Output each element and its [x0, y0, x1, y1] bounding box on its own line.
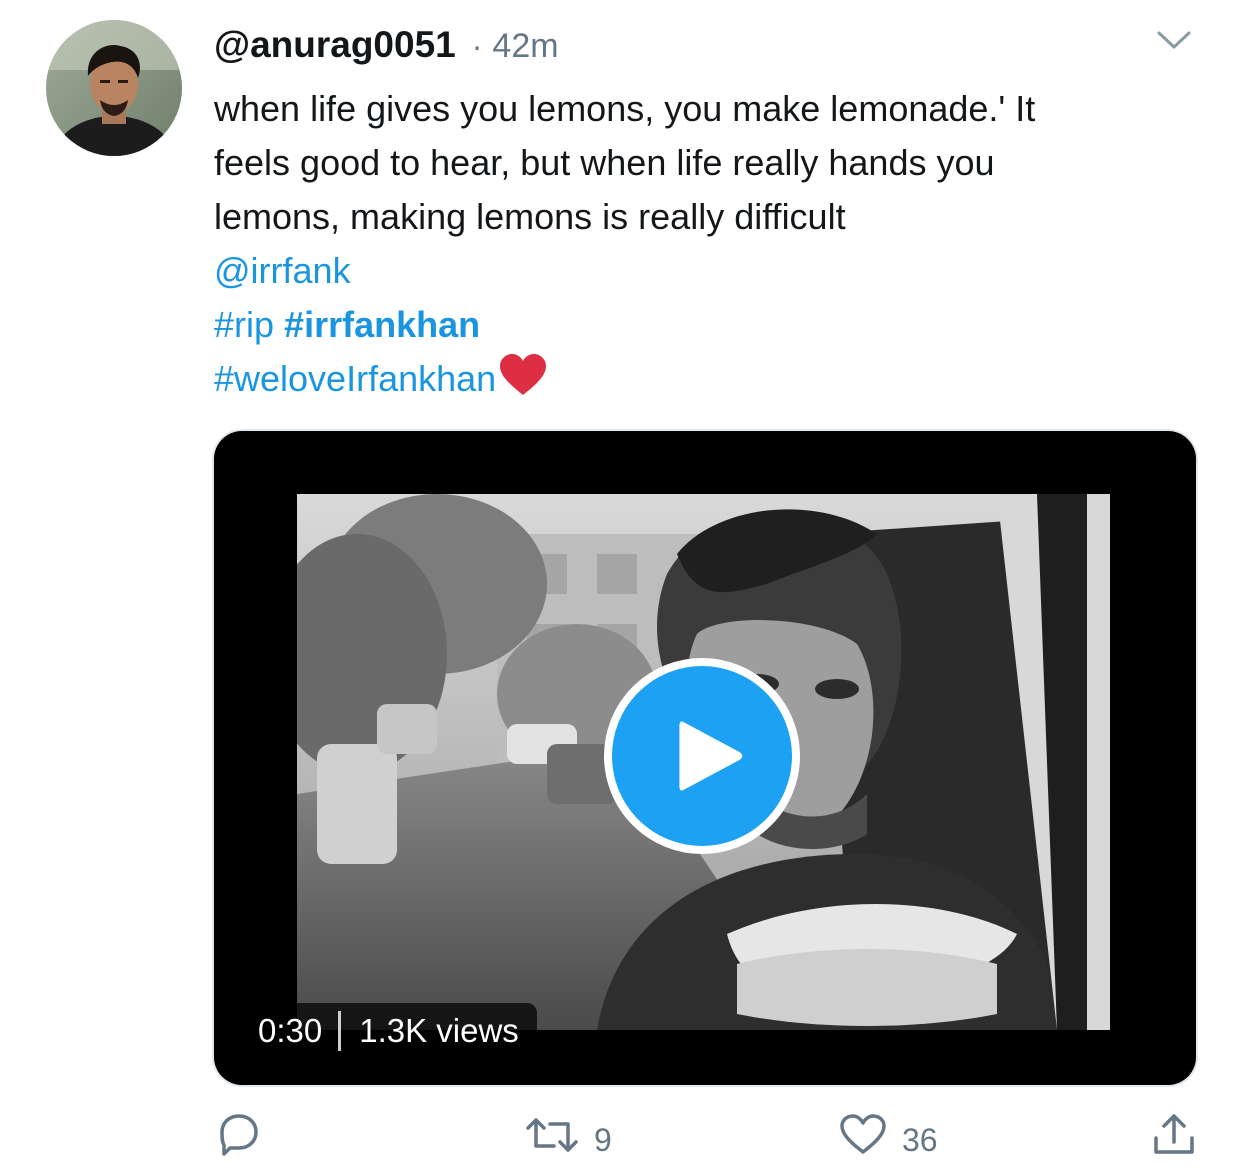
tweet-text: when life gives you lemons, you make lem…	[214, 82, 1214, 406]
author-handle[interactable]: @anurag0051	[214, 24, 456, 66]
share-button[interactable]	[1150, 1112, 1212, 1172]
like-button[interactable]: 36	[838, 1112, 938, 1172]
chevron-down-icon[interactable]	[1156, 28, 1192, 52]
hashtag-rip[interactable]: #rip	[214, 304, 274, 345]
play-icon	[679, 721, 743, 791]
retweet-count: 9	[594, 1122, 612, 1158]
hashtag-irrfankhan[interactable]: #irrfankhan	[284, 304, 480, 345]
play-button[interactable]	[604, 658, 800, 854]
hashtag-line: #weloveIrfankhan	[214, 352, 1214, 406]
author-avatar[interactable]	[46, 20, 182, 156]
red-heart-emoji-icon	[500, 354, 547, 395]
tweet-header: @anurag0051 · 42m	[214, 24, 559, 74]
video-view-count: 1.3K views	[359, 1012, 519, 1049]
header-separator: ·	[471, 28, 483, 64]
tweet-text-line: feels good to hear, but when life really…	[214, 142, 995, 183]
video-duration: 0:30	[258, 1012, 323, 1049]
video-info-badge: 0:30 1.3K views	[244, 1003, 537, 1059]
tweet-timestamp[interactable]: 42m	[492, 27, 558, 66]
hashtag-weloveirfankhan[interactable]: #weloveIrfankhan	[214, 358, 496, 399]
video-meta-divider	[338, 1011, 342, 1051]
tweet-text-line: lemons, making lemons is really difficul…	[214, 196, 846, 237]
hashtag-line: #rip #irrfankhan	[214, 298, 1214, 352]
like-count: 36	[902, 1122, 938, 1158]
mention-line: @irrfank	[214, 244, 1214, 298]
share-icon	[1154, 1114, 1194, 1154]
heart-outline-icon	[840, 1114, 886, 1154]
retweet-button[interactable]: 9	[524, 1112, 612, 1172]
tweet-actions: 9 36	[0, 1112, 1241, 1158]
mention-link[interactable]: @irrfank	[214, 250, 351, 291]
reply-icon	[220, 1114, 258, 1156]
avatar-image	[46, 20, 182, 156]
video-player[interactable]: 0:30 1.3K views	[214, 431, 1196, 1085]
tweet-text-line: when life gives you lemons, you make lem…	[214, 88, 1036, 129]
retweet-icon	[526, 1118, 578, 1152]
reply-button[interactable]	[216, 1112, 276, 1172]
